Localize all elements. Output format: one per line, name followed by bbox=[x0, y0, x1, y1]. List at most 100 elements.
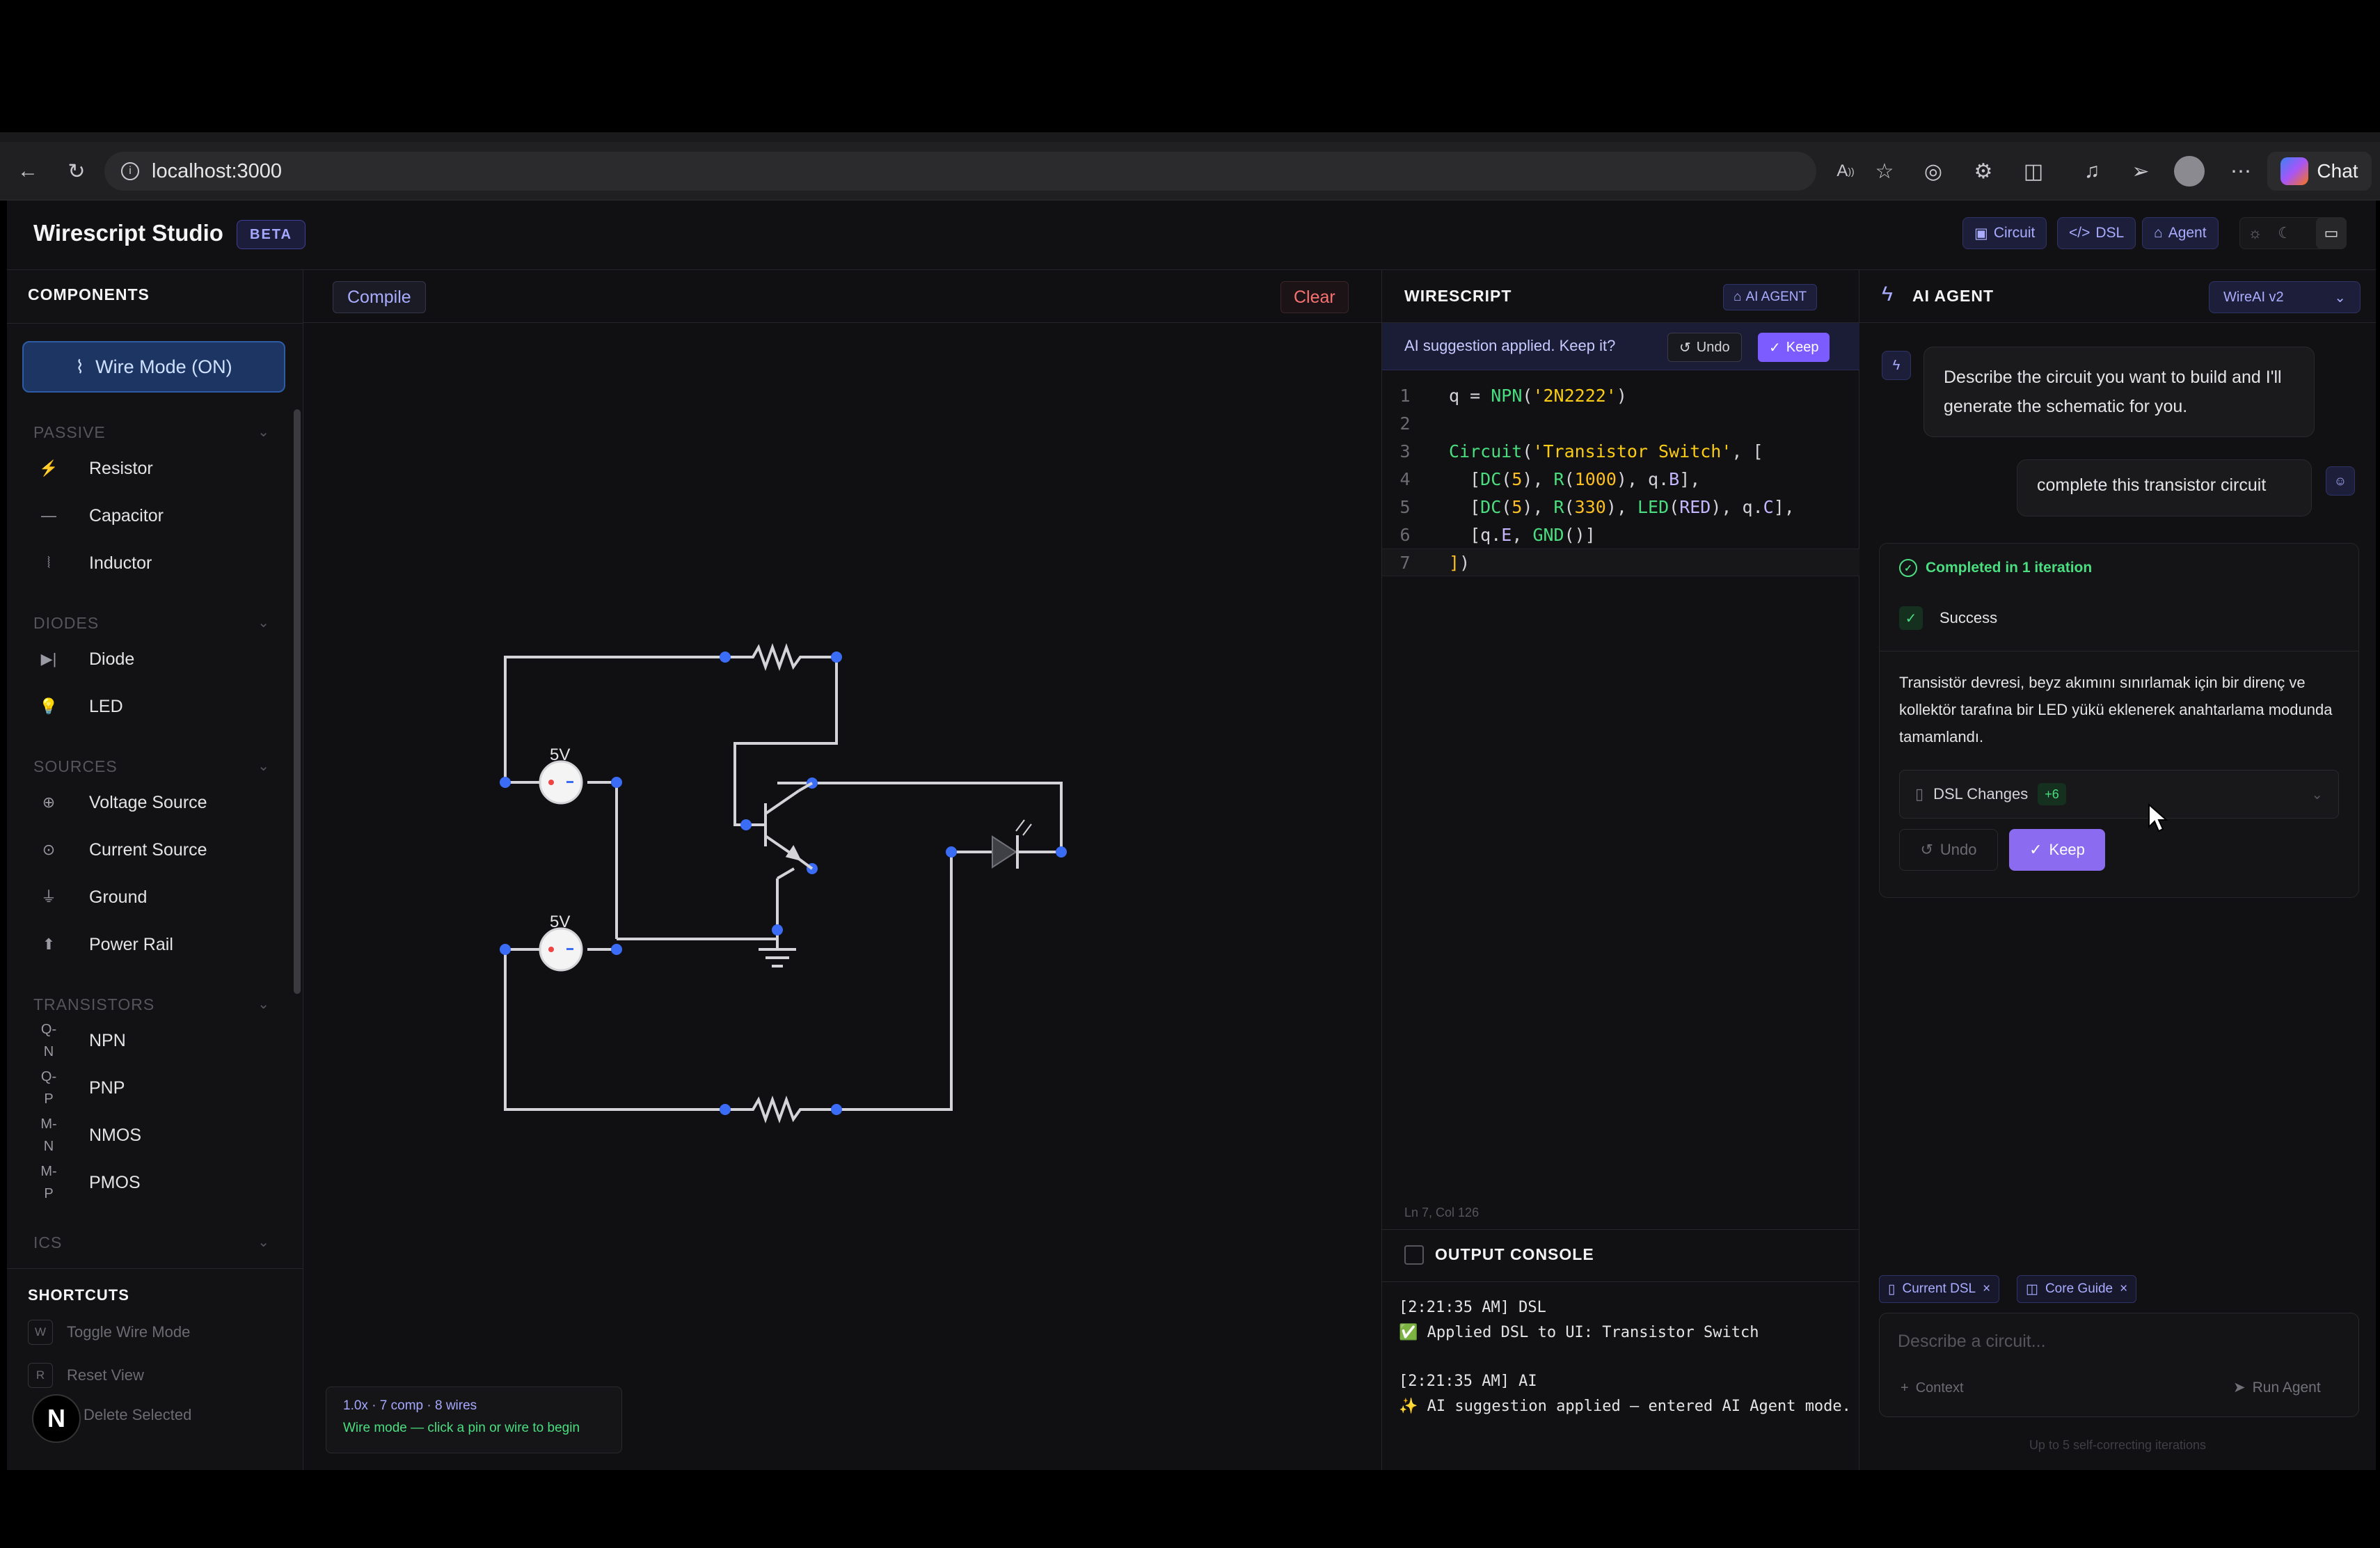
pin-node[interactable] bbox=[611, 944, 622, 955]
pin-node[interactable] bbox=[772, 924, 783, 935]
split-screen-icon[interactable]: ◫ bbox=[2018, 156, 2049, 187]
component-item-pnp[interactable]: Q- P PNP bbox=[35, 1069, 271, 1107]
shortcuts-title: SHORTCUTS bbox=[28, 1286, 129, 1304]
voltage-source-2[interactable] bbox=[539, 927, 583, 972]
pin-node[interactable] bbox=[946, 846, 957, 858]
media-icon[interactable]: ♫ bbox=[2077, 156, 2107, 187]
iterations-note: Up to 5 self-correcting iterations bbox=[2029, 1438, 2207, 1452]
model-select[interactable]: WireAI v2 ⌄ bbox=[2209, 281, 2361, 313]
inductor-icon: ⦚ bbox=[47, 553, 51, 571]
monitor-icon[interactable]: ▭ bbox=[2316, 217, 2347, 249]
mode-agent-button[interactable]: ⌂ Agent bbox=[2142, 217, 2219, 249]
resistor-r2[interactable] bbox=[725, 1096, 836, 1123]
pin-node[interactable] bbox=[831, 651, 842, 663]
keep-button[interactable]: ✓ Keep bbox=[1758, 333, 1830, 362]
group-header-diodes[interactable]: DIODES ⌄ bbox=[33, 614, 270, 633]
pin-node[interactable] bbox=[831, 1104, 842, 1115]
component-item-nmos[interactable]: M- N NMOS bbox=[35, 1116, 271, 1154]
component-item-diode[interactable]: ▶| Diode bbox=[35, 642, 271, 677]
code-line[interactable]: 5 [DC(5), R(330), LED(RED), q.C], bbox=[1382, 493, 1859, 521]
group-title: DIODES bbox=[33, 614, 100, 632]
dsl-changes-toggle[interactable]: ▯ DSL Changes +6 ⌄ bbox=[1899, 770, 2339, 819]
pin-node[interactable] bbox=[1056, 846, 1067, 858]
mode-circuit-button[interactable]: ▣ Circuit bbox=[1962, 217, 2047, 249]
code-line[interactable]: 2 bbox=[1382, 409, 1859, 437]
group-header-ics[interactable]: ICS ⌄ bbox=[33, 1233, 270, 1252]
close-icon[interactable]: × bbox=[1983, 1281, 1990, 1297]
circuit-canvas[interactable]: 5V 5V bbox=[303, 323, 1382, 1381]
component-item-ground[interactable]: ⏚ Ground bbox=[35, 880, 271, 915]
pin-node[interactable] bbox=[500, 944, 511, 955]
sun-icon[interactable]: ☼ bbox=[2248, 224, 2262, 242]
pin-node[interactable] bbox=[720, 651, 731, 663]
npn-transistor[interactable] bbox=[746, 789, 802, 930]
info-icon[interactable]: i bbox=[121, 162, 139, 180]
resistor-r1[interactable] bbox=[725, 643, 836, 671]
add-context-button[interactable]: + Context bbox=[1901, 1380, 1964, 1396]
run-agent-button[interactable]: ➤ Run Agent bbox=[2233, 1379, 2321, 1396]
led[interactable] bbox=[992, 819, 1032, 869]
clear-button[interactable]: Clear bbox=[1280, 281, 1349, 313]
component-item-pmos[interactable]: M- P PMOS bbox=[35, 1164, 271, 1201]
prompt-input[interactable] bbox=[1898, 1332, 2336, 1352]
component-item-current-source[interactable]: ⊙ Current Source bbox=[35, 832, 271, 867]
ground-symbol[interactable] bbox=[759, 939, 796, 968]
pin-node[interactable] bbox=[500, 777, 511, 788]
context-chip-core-guide[interactable]: ◫ Core Guide × bbox=[2017, 1275, 2137, 1303]
code-line[interactable]: 6 [q.E, GND()] bbox=[1382, 521, 1859, 548]
mode-dsl-button[interactable]: </> DSL bbox=[2057, 217, 2136, 249]
component-item-inductor[interactable]: ⦚ Inductor bbox=[35, 546, 271, 580]
agent-result-card: ✓ Completed in 1 iteration ✓ Success Tra… bbox=[1879, 543, 2359, 898]
component-item-power-rail[interactable]: ⬆ Power Rail bbox=[35, 927, 271, 962]
pin-node[interactable] bbox=[740, 819, 752, 830]
moon-icon[interactable]: ☾ bbox=[2278, 224, 2292, 242]
component-item-resistor[interactable]: ⚡ Resistor bbox=[35, 451, 271, 486]
address-bar[interactable]: i localhost:3000 bbox=[104, 152, 1816, 191]
code-line[interactable]: 3 Circuit('Transistor Switch', [ bbox=[1382, 437, 1859, 465]
context-chip-current-dsl[interactable]: ▯ Current DSL × bbox=[1879, 1275, 2000, 1303]
agent-header: ϟ AI AGENT WireAI v2 ⌄ bbox=[1859, 270, 2376, 323]
puzzle-icon[interactable]: ⚙ bbox=[1968, 156, 1999, 187]
wire[interactable] bbox=[617, 930, 779, 940]
divider bbox=[7, 1268, 303, 1269]
component-label: Ground bbox=[89, 887, 148, 907]
wire[interactable] bbox=[836, 852, 953, 1111]
code-line[interactable]: 7]) bbox=[1382, 548, 1859, 576]
component-item-led[interactable]: 💡 LED bbox=[35, 689, 271, 724]
code-text: ]) bbox=[1449, 552, 1470, 573]
voltage-source-1[interactable] bbox=[539, 760, 583, 805]
wire-mode-button[interactable]: ⌇ Wire Mode (ON) bbox=[22, 341, 285, 393]
component-item-npn[interactable]: Q- N NPN bbox=[35, 1022, 271, 1059]
group-header-passive[interactable]: PASSIVE ⌄ bbox=[33, 423, 270, 442]
component-item-voltage-source[interactable]: ⊕ Voltage Source bbox=[35, 785, 271, 820]
wire[interactable] bbox=[504, 656, 725, 782]
undo-button[interactable]: ↺ Undo bbox=[1667, 333, 1742, 362]
close-icon[interactable]: × bbox=[2120, 1281, 2127, 1297]
check-icon: ✓ bbox=[1899, 606, 1923, 630]
wire[interactable] bbox=[504, 949, 725, 1111]
completed-label: Completed in 1 iteration bbox=[1926, 560, 2093, 576]
send-icon[interactable]: ➢ bbox=[2125, 156, 2156, 187]
group-header-transistors[interactable]: TRANSISTORS ⌄ bbox=[33, 995, 270, 1014]
reload-icon[interactable]: ↻ bbox=[61, 156, 92, 187]
sidebar-scrollbar[interactable] bbox=[294, 409, 301, 994]
code-line[interactable]: 1 q = NPN('2N2222') bbox=[1382, 381, 1859, 409]
success-row: ✓ Success bbox=[1899, 606, 1997, 630]
agent-undo-button[interactable]: ↺ Undo bbox=[1899, 829, 1998, 871]
back-icon[interactable]: ← bbox=[13, 156, 43, 187]
copilot-chat-button[interactable]: Chat bbox=[2267, 152, 2372, 191]
pin-node[interactable] bbox=[720, 1104, 731, 1115]
more-icon[interactable]: ⋯ bbox=[2226, 156, 2256, 187]
compile-button[interactable]: Compile bbox=[333, 281, 426, 313]
extension-icon[interactable]: ◎ bbox=[1918, 156, 1949, 187]
group-header-sources[interactable]: SOURCES ⌄ bbox=[33, 757, 270, 776]
pin-node[interactable] bbox=[611, 777, 622, 788]
read-aloud-icon[interactable]: A)) bbox=[1830, 156, 1861, 187]
user-avatar[interactable]: N bbox=[32, 1394, 81, 1443]
agent-keep-button[interactable]: ✓ Keep bbox=[2009, 829, 2105, 871]
profile-avatar[interactable] bbox=[2174, 156, 2205, 187]
code-line[interactable]: 4 [DC(5), R(1000), q.B], bbox=[1382, 465, 1859, 493]
component-item-capacitor[interactable]: — Capacitor bbox=[35, 498, 271, 533]
favorite-icon[interactable]: ☆ bbox=[1869, 156, 1900, 187]
code-editor[interactable]: 1 q = NPN('2N2222') 2 3 Circuit('Transistor … bbox=[1382, 381, 1859, 1008]
